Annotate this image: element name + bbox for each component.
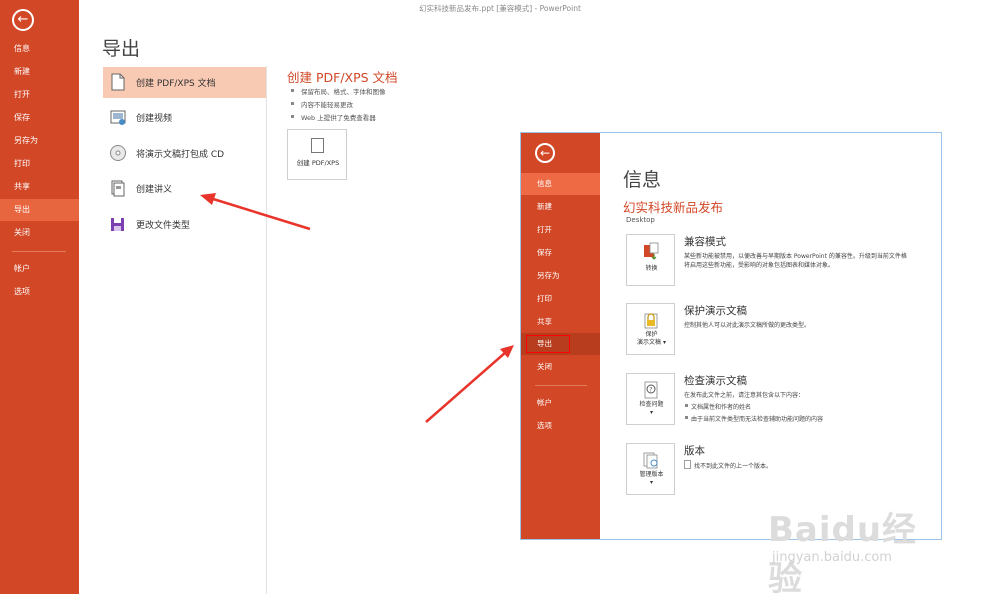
back-arrow-icon[interactable]: ←	[12, 9, 34, 31]
panel-divider	[266, 66, 267, 594]
versions-icon	[643, 452, 658, 469]
video-icon	[110, 110, 126, 125]
inset-nav-item: 帐户	[537, 398, 552, 407]
nav-item-open[interactable]: 打开	[0, 84, 79, 106]
create-pdf-xps-label: 创建 PDF/XPS	[296, 159, 340, 167]
export-option-label: 创建讲义	[136, 185, 173, 195]
nav-item-info[interactable]: 信息	[0, 38, 79, 60]
inspect-icon: ?	[644, 381, 658, 399]
inset-nav-item: 选项	[537, 421, 552, 430]
card-text: 某些新功能被禁用，以便改善与早期版本 PowerPoint 的兼容性。升级到当前…	[684, 253, 907, 260]
export-option-label: 更改文件类型	[136, 221, 191, 231]
export-option-label: 创建 PDF/XPS 文档	[136, 79, 216, 89]
inset-nav-item: 保存	[537, 248, 552, 257]
card-text: 控制其他人可以对此演示文稿所做的更改类型。	[684, 322, 811, 329]
pdf-document-icon	[111, 73, 125, 91]
detail-bullet: Web 上提供了免费查看器	[291, 112, 376, 122]
inset-file-name: 幻实科技新品发布	[623, 200, 724, 215]
inset-nav-item: 共享	[537, 317, 552, 326]
card-text: 在发布此文件之前，请注意其包含以下内容：	[684, 392, 805, 399]
arrow-to-export	[425, 351, 507, 423]
nav-divider	[12, 251, 66, 252]
handout-icon	[111, 180, 125, 197]
detail-title: 创建 PDF/XPS 文档	[287, 70, 398, 85]
watermark-url: jingyan.baidu.com	[772, 550, 892, 565]
detail-bullet: 保留布局、格式、字体和图像	[291, 86, 386, 96]
export-option-package-cd[interactable]: 将演示文稿打包成 CD	[103, 138, 266, 169]
baidu-watermark: Baidu经验 jingyan.baidu.com	[768, 500, 948, 594]
manage-versions-button: 管理版本 ▾	[626, 443, 675, 495]
card-bullet: 文档属性和作者的姓名	[684, 404, 752, 411]
lock-icon	[644, 313, 658, 329]
inset-file-location: Desktop	[626, 216, 655, 224]
convert-button: 转换	[626, 234, 675, 286]
nav-item-export[interactable]: 导出	[0, 199, 79, 221]
export-option-label: 创建视频	[136, 114, 173, 124]
nav-item-save[interactable]: 保存	[0, 107, 79, 129]
inset-nav-item: 新建	[537, 202, 552, 211]
inset-page-title: 信息	[623, 169, 662, 191]
nav-item-print[interactable]: 打印	[0, 153, 79, 175]
back-arrow-icon: ←	[535, 143, 555, 163]
inset-nav-item: 信息	[521, 173, 600, 195]
card-title: 版本	[684, 445, 705, 457]
backstage-nav: ← 信息 新建 打开 保存 另存为 打印 共享 导出 关闭 帐户 选项	[0, 0, 79, 594]
create-pdf-xps-button[interactable]: 创建 PDF/XPS	[287, 129, 347, 180]
arrow-head-export	[500, 345, 514, 358]
nav-item-save-as[interactable]: 另存为	[0, 130, 79, 152]
nav-item-new[interactable]: 新建	[0, 61, 79, 83]
inset-nav-item: 另存为	[537, 271, 560, 280]
nav-item-account[interactable]: 帐户	[0, 258, 79, 280]
export-option-pdf-xps[interactable]: 创建 PDF/XPS 文档	[103, 67, 266, 98]
inset-nav-item: 打开	[537, 225, 552, 234]
export-option-video[interactable]: 创建视频	[103, 102, 266, 133]
export-option-change-file-type[interactable]: 更改文件类型	[103, 209, 266, 240]
inset-nav-divider	[535, 385, 587, 386]
card-title: 兼容模式	[684, 236, 726, 248]
card-text: 将启用这些新功能，受影响的对象包括图表和媒体对象。	[684, 262, 835, 269]
document-icon	[684, 460, 691, 469]
manage-versions-label-2: ▾	[649, 479, 653, 486]
inset-nav: ← 信息 新建 打开 保存 另存为 打印 共享 导出 关闭 帐户 选项	[521, 133, 600, 539]
protect-label-2: 演示文稿 ▾	[637, 339, 666, 346]
convert-icon	[644, 242, 659, 260]
powerpoint-backstage: 幻实科技新品发布.ppt [兼容模式] - PowerPoint ← 信息 新建…	[0, 0, 1000, 594]
inset-nav-item: 打印	[537, 294, 552, 303]
change-file-type-icon	[111, 218, 124, 231]
protect-label-1: 保护	[645, 331, 658, 338]
convert-label: 转换	[645, 265, 658, 272]
watermark-brand: Baidu经验	[768, 510, 918, 594]
nav-item-share[interactable]: 共享	[0, 176, 79, 198]
protect-presentation-button: 保护 演示文稿 ▾	[626, 303, 675, 355]
highlight-box	[526, 335, 570, 353]
card-bullet: 由于当前文件类型而无法检查辅助功能问题的内容	[684, 416, 824, 423]
page-title: 导出	[102, 38, 141, 60]
card-text: 找不到此文件的上一个版本。	[694, 463, 773, 470]
card-title: 检查演示文稿	[684, 375, 747, 387]
document-icon	[311, 138, 324, 153]
manage-versions-label-1: 管理版本	[639, 471, 664, 478]
nav-item-options[interactable]: 选项	[0, 281, 79, 303]
export-option-handouts[interactable]: 创建讲义	[103, 173, 266, 204]
info-screenshot-inset: ← 信息 新建 打开 保存 另存为 打印 共享 导出 关闭 帐户 选项 信息 幻…	[520, 132, 942, 540]
check-issues-button: ? 检查问题 ▾	[626, 373, 675, 425]
detail-bullet: 内容不能轻易更改	[291, 99, 353, 109]
inset-nav-item: 关闭	[537, 362, 552, 371]
nav-item-close[interactable]: 关闭	[0, 222, 79, 244]
check-issues-label-2: ▾	[649, 409, 653, 416]
svg-text:?: ?	[649, 387, 652, 394]
export-option-label: 将演示文稿打包成 CD	[136, 150, 225, 160]
cd-icon	[110, 145, 126, 161]
check-issues-label-1: 检查问题	[639, 401, 664, 408]
window-title: 幻实科技新品发布.ppt [兼容模式] - PowerPoint	[419, 4, 581, 13]
card-title: 保护演示文稿	[684, 305, 747, 317]
